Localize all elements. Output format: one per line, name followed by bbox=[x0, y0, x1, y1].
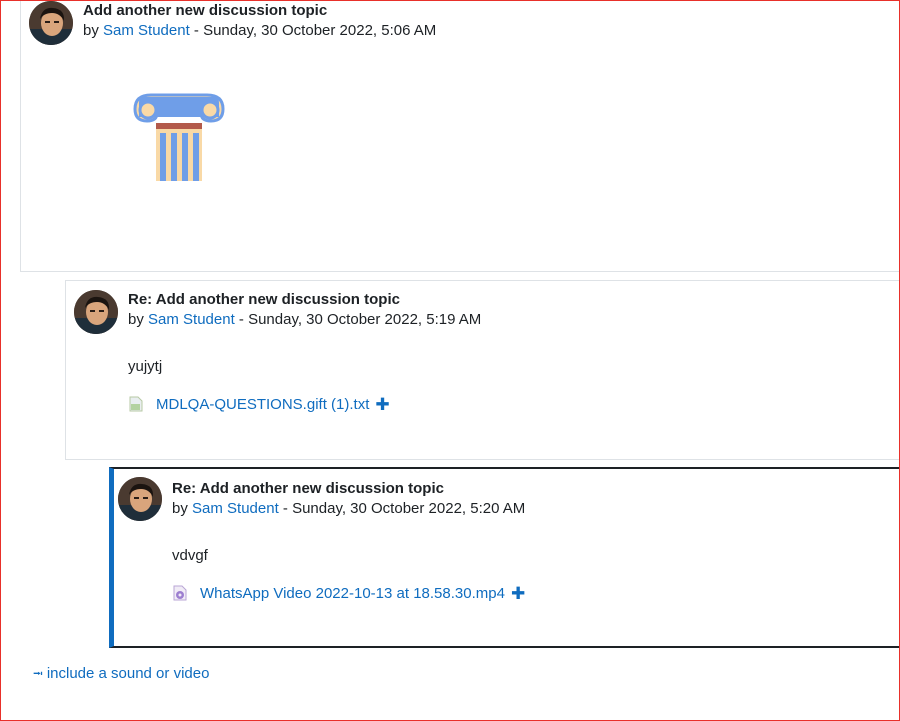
by-prefix: by bbox=[128, 311, 149, 328]
avatar[interactable] bbox=[29, 1, 73, 45]
text-file-icon bbox=[128, 395, 144, 413]
post-byline: by Sam Student - Sunday, 30 October 2022… bbox=[172, 500, 525, 517]
attachment-link[interactable]: MDLQA-QUESTIONS.gift (1).txt bbox=[156, 396, 369, 413]
post-subject: Re: Add another new discussion topic bbox=[172, 480, 444, 497]
forum-post-reply: Re: Add another new discussion topic by … bbox=[65, 280, 900, 460]
include-sound-video-link[interactable]: ⭲ include a sound or video bbox=[33, 665, 209, 687]
forum-post: Add another new discussion topic by Sam … bbox=[20, 0, 900, 272]
plus-icon[interactable]: ✚ bbox=[375, 396, 389, 413]
post-date: - Sunday, 30 October 2022, 5:19 AM bbox=[234, 311, 482, 328]
post-content: yujytj bbox=[128, 358, 163, 375]
arrow-right-to-bar-icon: ⭲ bbox=[33, 666, 43, 681]
avatar[interactable] bbox=[74, 290, 118, 334]
post-subject: Re: Add another new discussion topic bbox=[128, 291, 400, 308]
attachment: MDLQA-QUESTIONS.gift (1).txt ✚ bbox=[128, 395, 390, 413]
avatar[interactable] bbox=[118, 477, 162, 521]
post-date: - Sunday, 30 October 2022, 5:20 AM bbox=[278, 500, 526, 517]
post-content: vdvgf bbox=[172, 547, 208, 564]
column-image bbox=[129, 91, 229, 183]
video-file-icon bbox=[172, 584, 188, 602]
attachment: WhatsApp Video 2022-10-13 at 18.58.30.mp… bbox=[172, 584, 525, 602]
by-prefix: by bbox=[83, 22, 104, 39]
forum-post-reply-selected: Re: Add another new discussion topic by … bbox=[109, 467, 900, 648]
author-link[interactable]: Sam Student bbox=[148, 311, 235, 328]
author-link[interactable]: Sam Student bbox=[103, 22, 190, 39]
post-subject: Add another new discussion topic bbox=[83, 2, 328, 19]
post-date: - Sunday, 30 October 2022, 5:06 AM bbox=[189, 22, 437, 39]
author-link[interactable]: Sam Student bbox=[192, 500, 279, 517]
include-sound-video-label: include a sound or video bbox=[46, 665, 210, 682]
post-byline: by Sam Student - Sunday, 30 October 2022… bbox=[83, 22, 436, 39]
plus-icon[interactable]: ✚ bbox=[511, 585, 525, 602]
by-prefix: by bbox=[172, 500, 193, 517]
post-byline: by Sam Student - Sunday, 30 October 2022… bbox=[128, 311, 481, 328]
attachment-link[interactable]: WhatsApp Video 2022-10-13 at 18.58.30.mp… bbox=[200, 585, 505, 602]
